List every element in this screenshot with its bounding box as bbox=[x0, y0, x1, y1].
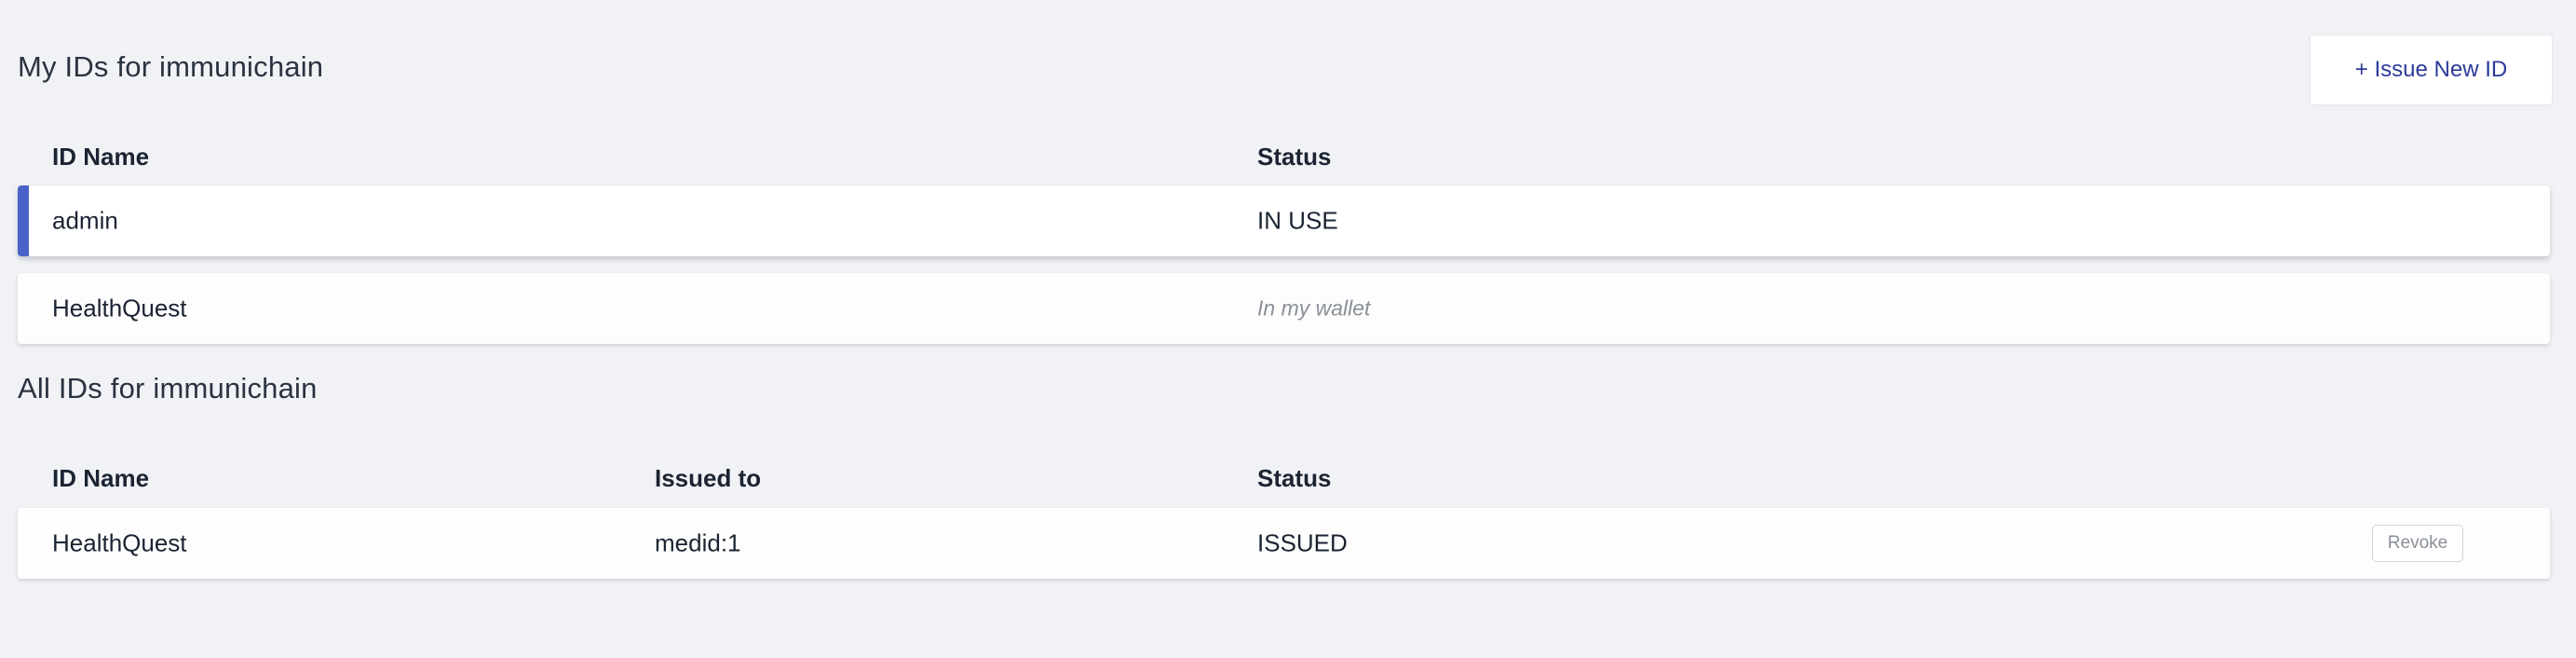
all-ids-title: All IDs for immunichain bbox=[18, 372, 318, 404]
id-name-cell: HealthQuest bbox=[52, 294, 187, 322]
my-ids-header-status: Status bbox=[1257, 143, 1332, 171]
my-ids-row-healthquest[interactable]: HealthQuest In my wallet bbox=[18, 273, 2550, 344]
all-ids-header-issued-to: Issued to bbox=[655, 464, 762, 492]
my-ids-header-id-name: ID Name bbox=[52, 143, 150, 171]
status-cell: ISSUED bbox=[1257, 528, 1348, 557]
all-ids-header-id-name: ID Name bbox=[52, 464, 150, 492]
status-cell: In my wallet bbox=[1257, 295, 1371, 321]
issue-new-id-button[interactable]: + Issue New ID bbox=[2310, 34, 2553, 105]
revoke-button[interactable]: Revoke bbox=[2372, 525, 2463, 562]
my-ids-row-admin[interactable]: admin IN USE bbox=[18, 185, 2550, 256]
all-ids-header-status: Status bbox=[1257, 464, 1332, 492]
id-name-cell: HealthQuest bbox=[52, 528, 187, 557]
id-name-cell: admin bbox=[52, 206, 118, 235]
selected-row-indicator bbox=[18, 185, 29, 256]
all-ids-row-healthquest: HealthQuest medid:1 ISSUED Revoke bbox=[18, 508, 2550, 579]
issued-to-cell: medid:1 bbox=[655, 528, 741, 557]
status-cell: IN USE bbox=[1257, 206, 1338, 235]
my-ids-title: My IDs for immunichain bbox=[18, 50, 324, 83]
